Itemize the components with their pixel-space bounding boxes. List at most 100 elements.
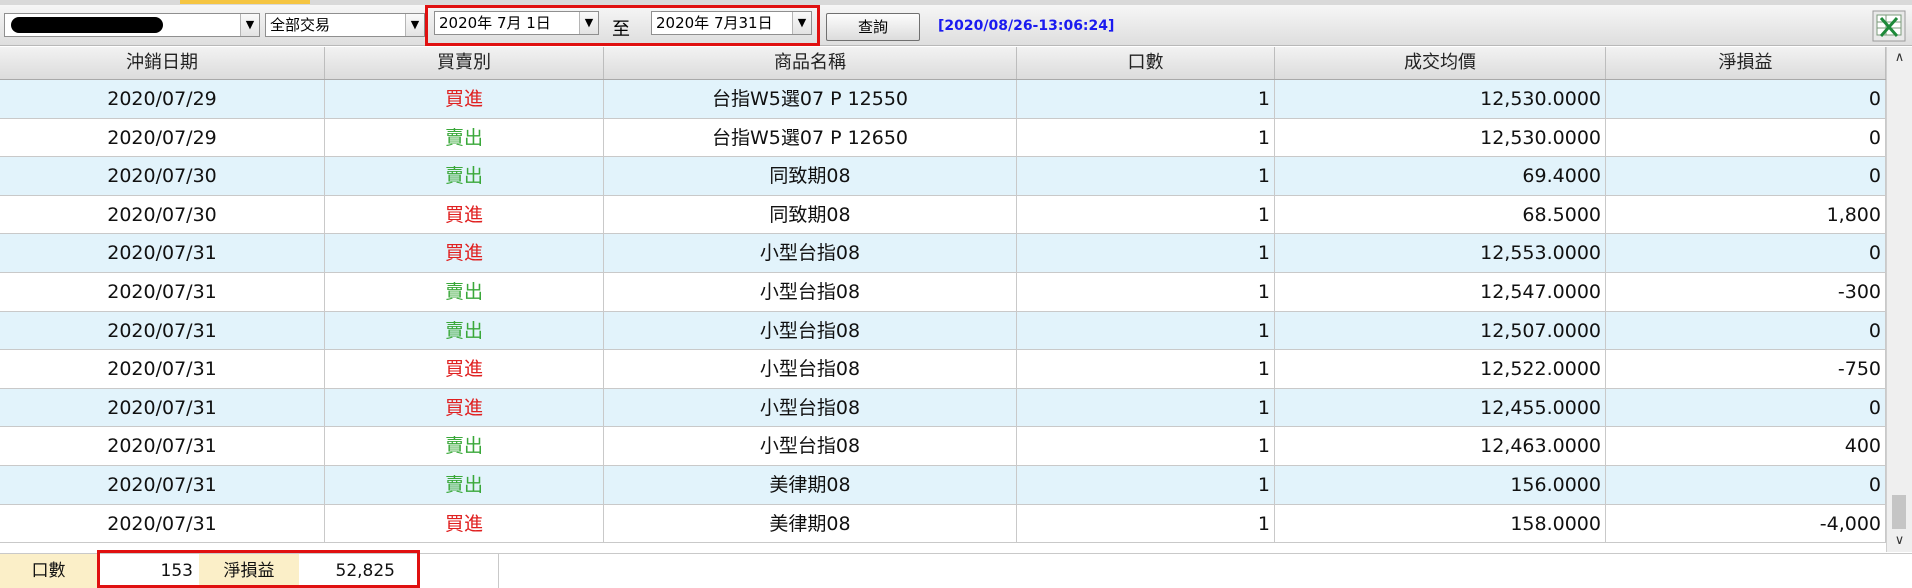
cell-qty: 1 [1017, 504, 1275, 543]
header-product[interactable]: 商品名稱 [604, 47, 1017, 79]
redacted-account-mark [11, 17, 163, 33]
header-avg-price[interactable]: 成交均價 [1275, 47, 1606, 79]
table-row[interactable]: 2020/07/31 賣出 小型台指08 1 12,463.0000 400 [0, 427, 1886, 466]
header-qty[interactable]: 口數 [1017, 47, 1275, 79]
cell-date: 2020/07/31 [0, 465, 325, 504]
cell-qty: 1 [1017, 388, 1275, 427]
cell-side: 買進 [325, 195, 604, 234]
cell-side: 買進 [325, 350, 604, 388]
cell-product: 小型台指08 [604, 272, 1017, 311]
active-tab-indicator[interactable] [180, 0, 310, 4]
trade-filter-value: 全部交易 [270, 16, 331, 34]
cell-pnl: 0 [1606, 80, 1886, 118]
cell-date: 2020/07/29 [0, 80, 325, 118]
cell-pnl: 0 [1606, 311, 1886, 350]
cell-side: 賣出 [325, 157, 604, 195]
cell-side: 賣出 [325, 427, 604, 465]
cell-pnl: -750 [1606, 350, 1886, 388]
header-date[interactable]: 沖銷日期 [0, 47, 325, 79]
total-qty-label: 口數 [0, 554, 97, 588]
excel-export-icon[interactable] [1872, 10, 1906, 42]
table-row[interactable]: 2020/07/31 買進 小型台指08 1 12,522.0000 -750 [0, 350, 1886, 389]
cell-avg-price: 12,530.0000 [1275, 118, 1606, 157]
account-select[interactable]: ▼ [4, 13, 260, 37]
table-row[interactable]: 2020/07/30 賣出 同致期08 1 69.4000 0 [0, 157, 1886, 196]
cell-product: 小型台指08 [604, 311, 1017, 350]
toolbar: ▼ 全部交易 ▼ 2020年 7月 1日 ▼ 至 2020年 7月31日 ▼ 查… [0, 5, 1912, 46]
cell-product: 台指W5選07 P 12650 [604, 118, 1017, 157]
chevron-down-icon[interactable]: ▼ [792, 12, 811, 34]
cell-qty: 1 [1017, 311, 1275, 350]
cell-date: 2020/07/30 [0, 195, 325, 234]
table-row[interactable]: 2020/07/31 賣出 美律期08 1 156.0000 0 [0, 465, 1886, 505]
cell-product: 台指W5選07 P 12550 [604, 80, 1017, 118]
cell-side: 買進 [325, 234, 604, 272]
cell-avg-price: 12,553.0000 [1275, 234, 1606, 272]
cell-qty: 1 [1017, 157, 1275, 195]
cell-side: 賣出 [325, 118, 604, 157]
chevron-down-icon[interactable]: ▼ [240, 14, 259, 36]
cell-avg-price: 12,522.0000 [1275, 350, 1606, 388]
cell-avg-price: 12,547.0000 [1275, 272, 1606, 311]
cell-pnl: 0 [1606, 118, 1886, 157]
cell-avg-price: 69.4000 [1275, 157, 1606, 195]
cell-avg-price: 68.5000 [1275, 195, 1606, 234]
scroll-down-icon[interactable]: ∨ [1887, 530, 1912, 552]
date-from-picker[interactable]: 2020年 7月 1日 ▼ [434, 11, 599, 35]
summary-footer: 口數 153 淨損益 52,825 [0, 550, 1912, 588]
cell-side: 賣出 [325, 272, 604, 311]
cell-product: 美律期08 [604, 465, 1017, 504]
cell-pnl: 0 [1606, 388, 1886, 427]
cell-date: 2020/07/30 [0, 157, 325, 195]
trade-filter-select[interactable]: 全部交易 ▼ [265, 13, 425, 37]
cell-qty: 1 [1017, 195, 1275, 234]
table-row[interactable]: 2020/07/31 買進 小型台指08 1 12,553.0000 0 [0, 234, 1886, 273]
scroll-up-icon[interactable]: ∧ [1887, 47, 1912, 69]
vertical-scrollbar[interactable]: ∧ ∨ [1886, 47, 1912, 552]
cell-date: 2020/07/31 [0, 427, 325, 465]
cell-product: 小型台指08 [604, 388, 1017, 427]
chevron-down-icon[interactable]: ▼ [405, 14, 424, 36]
cell-avg-price: 156.0000 [1275, 465, 1606, 504]
cell-qty: 1 [1017, 118, 1275, 157]
cell-pnl: 0 [1606, 465, 1886, 504]
cell-product: 同致期08 [604, 157, 1017, 195]
cell-pnl: 1,800 [1606, 195, 1886, 234]
table-row[interactable]: 2020/07/31 賣出 小型台指08 1 12,547.0000 -300 [0, 272, 1886, 312]
cell-date: 2020/07/31 [0, 234, 325, 272]
table-body: 2020/07/29 買進 台指W5選07 P 12550 1 12,530.0000 0… [0, 80, 1886, 544]
cell-avg-price: 12,530.0000 [1275, 80, 1606, 118]
cell-qty: 1 [1017, 234, 1275, 272]
table-row[interactable]: 2020/07/29 賣出 台指W5選07 P 12650 1 12,530.0000 0 [0, 118, 1886, 158]
chevron-down-icon[interactable]: ▼ [579, 12, 598, 34]
table-row[interactable]: 2020/07/30 買進 同致期08 1 68.5000 1,800 [0, 195, 1886, 235]
table-row[interactable]: 2020/07/31 買進 美律期08 1 158.0000 -4,000 [0, 504, 1886, 544]
date-to-value: 2020年 7月31日 [656, 14, 773, 32]
cell-qty: 1 [1017, 350, 1275, 388]
cell-pnl: -4,000 [1606, 504, 1886, 543]
cell-avg-price: 12,463.0000 [1275, 427, 1606, 465]
cell-product: 小型台指08 [604, 350, 1017, 388]
cell-date: 2020/07/31 [0, 350, 325, 388]
to-label: 至 [612, 19, 630, 40]
cell-pnl: 400 [1606, 427, 1886, 465]
header-side[interactable]: 買賣別 [325, 47, 604, 79]
cell-pnl: -300 [1606, 272, 1886, 311]
table-row[interactable]: 2020/07/29 買進 台指W5選07 P 12550 1 12,530.0000 0 [0, 80, 1886, 119]
cell-avg-price: 12,455.0000 [1275, 388, 1606, 427]
date-to-picker[interactable]: 2020年 7月31日 ▼ [651, 11, 812, 35]
query-button[interactable]: 查詢 [826, 13, 920, 41]
cell-qty: 1 [1017, 427, 1275, 465]
table-row[interactable]: 2020/07/31 賣出 小型台指08 1 12,507.0000 0 [0, 311, 1886, 351]
cell-date: 2020/07/29 [0, 118, 325, 157]
cell-side: 買進 [325, 504, 604, 543]
cell-pnl: 0 [1606, 234, 1886, 272]
table-row[interactable]: 2020/07/31 買進 小型台指08 1 12,455.0000 0 [0, 388, 1886, 428]
cell-product: 小型台指08 [604, 234, 1017, 272]
header-pnl[interactable]: 淨損益 [1606, 47, 1886, 79]
footer-divider [498, 554, 499, 588]
cell-date: 2020/07/31 [0, 388, 325, 427]
cell-date: 2020/07/31 [0, 272, 325, 311]
scroll-thumb[interactable] [1892, 495, 1906, 529]
cell-side: 買進 [325, 80, 604, 118]
